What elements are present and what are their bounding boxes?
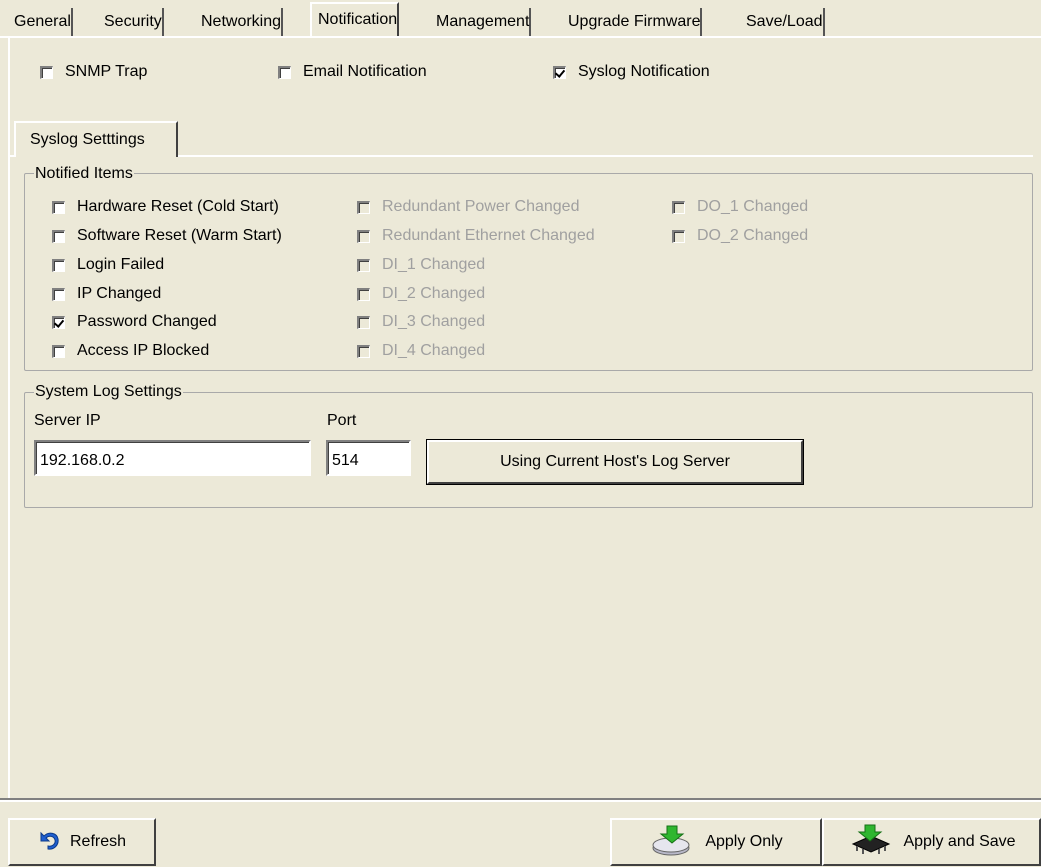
refresh-button[interactable]: Refresh (8, 818, 156, 866)
checkbox-box (357, 200, 370, 214)
port-label: Port (327, 412, 357, 429)
checkbox-box[interactable] (52, 315, 65, 329)
software-reset-checkbox[interactable]: Software Reset (Warm Start) (52, 227, 282, 245)
tab-general[interactable]: General (6, 8, 73, 36)
checkbox-label: Login Failed (77, 256, 165, 273)
checkbox-box (357, 229, 370, 243)
apply-disk-icon (649, 824, 695, 861)
checkbox-box[interactable] (52, 344, 65, 358)
checkbox-box[interactable] (52, 229, 65, 243)
system-log-legend: System Log Settings (34, 383, 183, 401)
tab-networking[interactable]: Networking (193, 8, 284, 36)
panel-edge (8, 36, 10, 798)
checkbox-label: DI_3 Changed (382, 313, 486, 330)
tab-notification[interactable]: Notification (310, 2, 400, 36)
button-label: Apply Only (705, 833, 783, 850)
checkbox-box (357, 315, 370, 329)
checkbox-label: Software Reset (Warm Start) (77, 227, 282, 244)
snmp-trap-checkbox[interactable]: SNMP Trap (40, 63, 147, 81)
tab-security[interactable]: Security (96, 8, 164, 36)
checkbox-box[interactable] (52, 258, 65, 272)
access-ip-blocked-checkbox[interactable]: Access IP Blocked (52, 342, 209, 360)
checkbox-box (672, 200, 685, 214)
main-tab-strip: General Security Networking Notification… (0, 0, 1041, 40)
checkbox-label: Redundant Power Changed (382, 198, 580, 215)
di4-changed-checkbox: DI_4 Changed (357, 342, 485, 360)
checkbox-label: DO_1 Changed (697, 198, 809, 215)
login-failed-checkbox[interactable]: Login Failed (52, 256, 164, 274)
button-label: Refresh (69, 833, 127, 850)
di1-changed-checkbox: DI_1 Changed (357, 256, 485, 274)
checkbox-box (357, 258, 370, 272)
undo-arrow-icon (38, 830, 60, 855)
di2-changed-checkbox: DI_2 Changed (357, 285, 485, 303)
syslog-notification-checkbox[interactable]: Syslog Notification (553, 63, 710, 81)
footer-divider-highlight (0, 800, 1041, 802)
notified-items-legend: Notified Items (34, 165, 134, 183)
sub-tab-line-left (10, 155, 14, 157)
apply-chip-icon (847, 824, 893, 861)
checkbox-label: Email Notification (303, 63, 427, 80)
checkbox-label: Password Changed (77, 313, 217, 330)
use-host-log-server-button[interactable]: Using Current Host's Log Server (426, 439, 804, 485)
checkbox-label: DO_2 Changed (697, 227, 809, 244)
do1-changed-checkbox: DO_1 Changed (672, 198, 808, 216)
redundant-power-checkbox: Redundant Power Changed (357, 198, 579, 216)
button-label: Apply and Save (903, 833, 1016, 850)
checkbox-box (672, 229, 685, 243)
checkbox-box (357, 344, 370, 358)
checkbox-box[interactable] (52, 287, 65, 301)
checkbox-label: Redundant Ethernet Changed (382, 227, 595, 244)
checkbox-box[interactable] (40, 65, 53, 79)
server-ip-input[interactable] (34, 440, 311, 476)
password-changed-checkbox[interactable]: Password Changed (52, 313, 217, 331)
tab-syslog-settings[interactable]: Syslog Setttings (14, 121, 178, 157)
checkbox-box[interactable] (278, 65, 291, 79)
checkbox-label: DI_4 Changed (382, 342, 486, 359)
checkbox-label: IP Changed (77, 285, 162, 302)
checkbox-label: DI_1 Changed (382, 256, 486, 273)
checkbox-label: Syslog Notification (578, 63, 710, 80)
checkbox-box[interactable] (553, 65, 566, 79)
checkbox-box (357, 287, 370, 301)
checkbox-label: Access IP Blocked (77, 342, 210, 359)
tab-underline (0, 36, 1041, 38)
apply-and-save-button[interactable]: Apply and Save (822, 818, 1041, 866)
checkbox-label: SNMP Trap (65, 63, 148, 80)
apply-only-button[interactable]: Apply Only (610, 818, 822, 866)
checkbox-label: Hardware Reset (Cold Start) (77, 198, 279, 215)
server-ip-label: Server IP (34, 412, 101, 429)
port-input[interactable] (326, 440, 411, 476)
do2-changed-checkbox: DO_2 Changed (672, 227, 808, 245)
sub-tab-line-right (178, 155, 1033, 157)
tab-management[interactable]: Management (428, 8, 532, 36)
di3-changed-checkbox: DI_3 Changed (357, 313, 485, 331)
checkbox-box[interactable] (52, 200, 65, 214)
redundant-ethernet-checkbox: Redundant Ethernet Changed (357, 227, 595, 245)
ip-changed-checkbox[interactable]: IP Changed (52, 285, 161, 303)
tab-save-load[interactable]: Save/Load (738, 8, 825, 36)
hardware-reset-checkbox[interactable]: Hardware Reset (Cold Start) (52, 198, 279, 216)
checkbox-label: DI_2 Changed (382, 285, 486, 302)
email-notification-checkbox[interactable]: Email Notification (278, 63, 427, 81)
tab-upgrade-firmware[interactable]: Upgrade Firmware (560, 8, 703, 36)
button-label: Using Current Host's Log Server (500, 453, 730, 470)
